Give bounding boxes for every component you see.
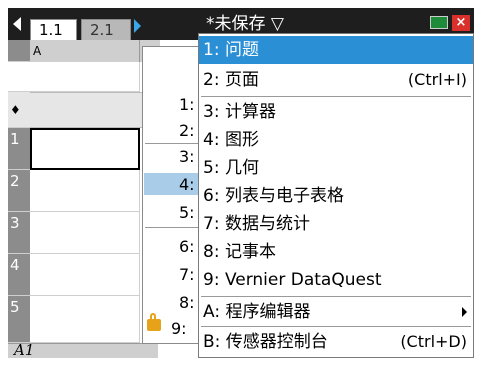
submenu-item-label: 5: 几何: [203, 158, 259, 178]
row-header-4[interactable]: 4: [8, 254, 30, 296]
submenu-item-label: 9: Vernier DataQuest: [203, 270, 382, 290]
tab-2-1[interactable]: 2.1: [81, 19, 131, 40]
submenu-item-label: 8: 记事本: [203, 242, 276, 262]
battery-icon: [430, 16, 448, 29]
menu-item-6[interactable]: 6:: [179, 237, 195, 257]
row-header-5[interactable]: 5: [8, 296, 30, 343]
tab-scroll-left-icon[interactable]: [13, 17, 21, 31]
submenu-item-label: 4: 图形: [203, 130, 259, 150]
row-header-1[interactable]: 1: [8, 128, 30, 170]
cell-a4[interactable]: [30, 254, 140, 296]
submenu-divider: [201, 326, 471, 327]
menu-item-5[interactable]: 5:: [179, 203, 195, 223]
submenu-item-vernier[interactable]: 9: Vernier DataQuest: [199, 266, 473, 294]
menu-item-4[interactable]: 4:: [179, 175, 195, 195]
menu-item-9[interactable]: 9:: [171, 319, 187, 339]
insert-menu: 1: 2: 3: 4: 5: 6: 7: 8: 9:: [142, 46, 202, 344]
name-cell[interactable]: [30, 62, 140, 92]
close-icon[interactable]: ×: [452, 15, 470, 31]
insert-submenu: 1: 问题 2: 页面 (Ctrl+I) 3: 计算器 4: 图形 5: 几何 6…: [198, 33, 474, 358]
menu-item-3[interactable]: 3:: [179, 147, 195, 167]
menu-item-7[interactable]: 7:: [179, 265, 195, 285]
chevron-right-icon: [462, 307, 467, 317]
submenu-item-notes[interactable]: 8: 记事本: [199, 238, 473, 266]
submenu-divider: [201, 296, 471, 297]
submenu-item-problem[interactable]: 1: 问题: [199, 36, 473, 64]
submenu-item-geometry[interactable]: 5: 几何: [199, 154, 473, 182]
formula-row[interactable]: [30, 92, 160, 128]
menu-item-8[interactable]: 8:: [179, 293, 195, 313]
cell-a5[interactable]: [30, 296, 140, 343]
cell-a2[interactable]: [30, 170, 140, 212]
menu-divider: [145, 143, 201, 144]
shortcut-label: (Ctrl+I): [407, 70, 467, 89]
handheld-screen: 1.1 2.1 *未保存 ▽ × A ♦ 1 2 3 4 5 A1 1: 2: …: [8, 8, 474, 358]
submenu-item-data-statistics[interactable]: 7: 数据与统计: [199, 210, 473, 238]
submenu-item-calculator[interactable]: 3: 计算器: [199, 98, 473, 126]
submenu-item-page[interactable]: 2: 页面 (Ctrl+I): [199, 66, 473, 94]
cell-a3[interactable]: [30, 212, 140, 254]
cell-a1[interactable]: [30, 128, 140, 170]
submenu-item-label: 3: 计算器: [203, 102, 276, 122]
lock-icon: [147, 313, 161, 331]
submenu-item-label: B: 传感器控制台: [203, 332, 328, 352]
submenu-item-label: 2: 页面: [203, 70, 259, 90]
tab-1-1[interactable]: 1.1: [30, 19, 77, 40]
row-header-3[interactable]: 3: [8, 212, 30, 254]
submenu-item-label: 1: 问题: [203, 40, 259, 60]
submenu-item-program-editor[interactable]: A: 程序编辑器: [199, 298, 473, 326]
shortcut-label: (Ctrl+D): [400, 332, 467, 351]
submenu-item-sensor-console[interactable]: B: 传感器控制台 (Ctrl+D): [199, 328, 473, 356]
submenu-item-lists-spreadsheet[interactable]: 6: 列表与电子表格: [199, 182, 473, 210]
submenu-item-label: 6: 列表与电子表格: [203, 186, 344, 206]
submenu-item-graphs[interactable]: 4: 图形: [199, 126, 473, 154]
current-cell-label: A1: [14, 341, 35, 358]
tab-scroll-right-icon[interactable]: [134, 19, 141, 33]
submenu-item-label: 7: 数据与统计: [203, 214, 310, 234]
submenu-item-label: A: 程序编辑器: [203, 302, 311, 322]
column-a-header[interactable]: A: [30, 40, 140, 62]
corner-header: [8, 40, 30, 62]
row-header-2[interactable]: 2: [8, 170, 30, 212]
menu-divider: [145, 227, 201, 228]
menu-item-2[interactable]: 2:: [179, 121, 195, 141]
name-row-header: [8, 62, 30, 92]
menu-item-1[interactable]: 1:: [179, 95, 195, 115]
submenu-divider: [201, 96, 471, 97]
document-title[interactable]: *未保存 ▽: [206, 14, 284, 34]
formula-row-header: ♦: [8, 92, 30, 128]
